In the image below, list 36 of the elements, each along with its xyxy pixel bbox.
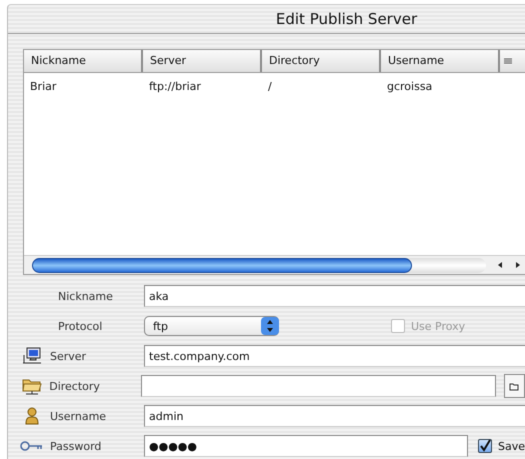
protocol-dropdown[interactable]: ftp [144, 316, 279, 336]
checkbox[interactable] [478, 439, 492, 453]
checkbox-label: Save [498, 440, 525, 452]
table-cell-text: / [267, 80, 273, 93]
text-field[interactable]: aka [144, 285, 525, 307]
checkbox-label: Use Proxy [411, 320, 466, 332]
field-label: Username [49, 410, 108, 422]
scrollbar-thumb[interactable] [32, 258, 412, 272]
updown-icon [261, 317, 279, 335]
field-label: Nickname [57, 290, 114, 302]
browse-button[interactable] [504, 374, 525, 398]
scroll-right-icon[interactable] [514, 261, 522, 269]
scroll-left-icon[interactable] [496, 261, 504, 269]
table-cell-text: ftp://briar [148, 80, 202, 93]
table-cell-text: gcroissa [386, 80, 434, 93]
person-icon [25, 407, 39, 425]
folder-icon [509, 381, 520, 391]
window-title: Edit Publish Server [276, 10, 418, 28]
text-field[interactable]: admin [144, 405, 525, 427]
folder-icon [22, 377, 42, 395]
text-field[interactable] [140, 375, 496, 397]
text-field[interactable]: test.company.com [144, 345, 525, 367]
key-icon [20, 440, 44, 452]
column-selector-icon[interactable] [503, 56, 513, 66]
computer-icon [22, 347, 42, 365]
table-cell-text: Briar [29, 80, 58, 93]
column-header[interactable]: Username [381, 50, 500, 72]
column-header[interactable]: Server [143, 50, 262, 72]
field-label: Protocol [57, 320, 104, 332]
field-label: Password [49, 440, 102, 452]
column-header[interactable]: Directory [262, 50, 381, 72]
column-header[interactable]: Nickname [24, 50, 143, 72]
field-label: Directory [48, 380, 101, 392]
password-field[interactable]: ●●●●● [144, 435, 468, 457]
field-label: Server [49, 350, 88, 362]
scrollbar-track[interactable] [32, 258, 486, 272]
